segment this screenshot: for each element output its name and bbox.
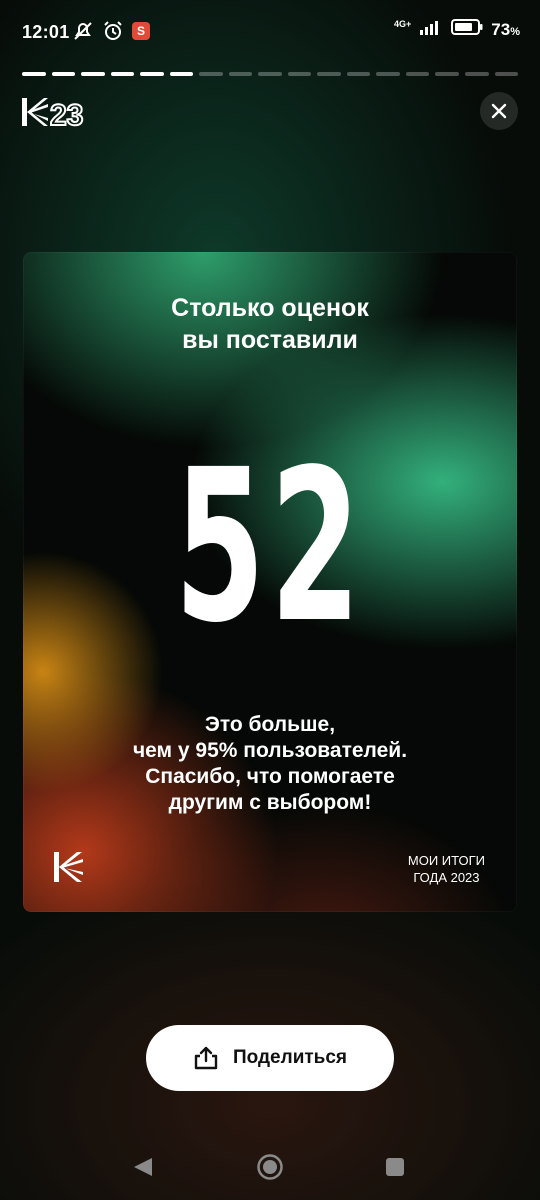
mute-icon [72, 20, 94, 42]
stats-card: Столько оценок вы поставили 52 Это больш… [23, 252, 517, 912]
back-icon[interactable] [132, 1156, 154, 1183]
close-icon [491, 103, 507, 119]
card-caption-line2: ГОДА 2023 [413, 870, 480, 885]
kinopoisk-23-logo: 23 [22, 96, 102, 133]
story-progress [22, 72, 519, 76]
home-icon[interactable] [256, 1153, 284, 1186]
network-type: 4G+ [394, 18, 412, 29]
card-title-line1: Столько оценок [171, 294, 369, 322]
battery-icon [451, 19, 483, 40]
ratings-count: 52 [174, 424, 366, 669]
battery-percent: 73 [491, 19, 511, 39]
share-button[interactable]: Поделиться [146, 1025, 394, 1091]
progress-segment [405, 72, 430, 76]
card-title: Столько оценок вы поставили [23, 292, 517, 356]
card-title-line2: вы поставили [182, 326, 358, 354]
status-right: 4G+ 73% [394, 19, 520, 40]
progress-segment [22, 72, 46, 76]
progress-segment [346, 72, 371, 76]
kinopoisk-logo-icon [53, 850, 87, 884]
progress-segment [169, 72, 194, 76]
progress-segment [287, 72, 312, 76]
close-button[interactable] [480, 92, 518, 130]
card-desc-line3: Спасибо, что помогаете [145, 765, 395, 788]
card-desc-line1: Это больше, [204, 713, 336, 736]
progress-segment [51, 72, 76, 76]
card-caption-line1: МОИ ИТОГИ [407, 853, 485, 868]
progress-segment [81, 72, 105, 76]
progress-segment [435, 72, 459, 76]
progress-segment [376, 72, 400, 76]
progress-segment [110, 72, 135, 76]
progress-segment [494, 72, 519, 76]
share-label: Поделиться [232, 1047, 348, 1068]
logo-year: 23 [50, 99, 83, 130]
progress-segment [464, 72, 489, 76]
app-notification-icon: S [132, 22, 150, 40]
signal-icon [419, 19, 443, 40]
share-icon [194, 1046, 218, 1070]
card-desc-line4: другим с выбором! [168, 791, 372, 814]
recents-icon[interactable] [385, 1157, 405, 1182]
progress-segment [228, 72, 253, 76]
status-time: 12:01 [22, 22, 70, 42]
system-nav-bar [0, 1136, 540, 1200]
status-notification-icons: S [72, 20, 150, 42]
battery-unit: % [510, 25, 520, 38]
card-desc-line2: чем у 95% пользователей. [132, 739, 408, 762]
card-caption: МОИ ИТОГИ ГОДА 2023 [408, 852, 485, 886]
alarm-icon [102, 20, 124, 42]
status-bar: 12:01 S 4G+ 73% [0, 0, 540, 64]
progress-segment [199, 72, 223, 76]
progress-segment [258, 72, 282, 76]
progress-segment [317, 72, 341, 76]
battery-level: 73% [491, 20, 520, 40]
card-description: Это больше, чем у 95% пользователей. Спа… [23, 712, 517, 816]
progress-segment [140, 72, 164, 76]
